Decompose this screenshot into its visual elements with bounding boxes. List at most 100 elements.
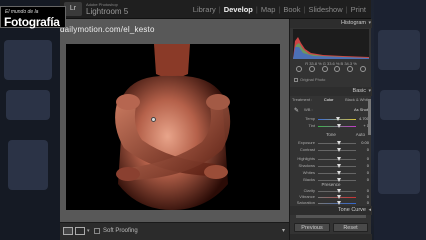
triangle-down-icon: ▾ bbox=[368, 88, 371, 94]
panel-scrollbar[interactable] bbox=[368, 99, 371, 135]
contrast-value[interactable]: 0 bbox=[367, 147, 369, 152]
whites-track[interactable] bbox=[318, 171, 356, 175]
eyedropper-icon[interactable]: ✎ bbox=[294, 107, 299, 114]
toolbar-menu-icon[interactable]: ▾ bbox=[282, 227, 285, 234]
exposure-slider[interactable]: Exposure 0.00 bbox=[293, 140, 369, 146]
basic-title: Basic bbox=[352, 88, 366, 94]
radial-filter-icon[interactable] bbox=[346, 66, 353, 72]
temp-slider[interactable]: Temp 4.700 bbox=[293, 116, 369, 122]
blacks-track[interactable] bbox=[318, 178, 356, 182]
adjustment-pin[interactable] bbox=[151, 117, 156, 122]
develop-tool-strip bbox=[293, 66, 369, 74]
exposure-value[interactable]: 0.00 bbox=[361, 140, 369, 145]
crop-tool-icon[interactable] bbox=[296, 66, 303, 72]
contrast-slider[interactable]: Contrast 0 bbox=[293, 147, 369, 153]
highlights-track[interactable] bbox=[318, 157, 356, 161]
panel-horizontal-scroll[interactable] bbox=[296, 215, 366, 218]
panel-footer bbox=[290, 234, 372, 240]
background-thumbnail bbox=[378, 30, 420, 70]
clarity-value[interactable]: 0 bbox=[367, 188, 369, 193]
saturation-track[interactable] bbox=[318, 201, 356, 205]
exposure-track[interactable] bbox=[318, 141, 356, 145]
saturation-knob[interactable] bbox=[337, 201, 341, 205]
shadows-track[interactable] bbox=[318, 164, 356, 168]
treatment-bw-option[interactable]: Black & White bbox=[345, 97, 370, 102]
vibrance-label: Vibrance bbox=[299, 194, 315, 199]
original-photo-checkbox[interactable] bbox=[294, 77, 298, 82]
module-slideshow[interactable]: Slideshow bbox=[305, 5, 345, 14]
module-print[interactable]: Print bbox=[348, 5, 369, 14]
whites-value[interactable]: 0 bbox=[367, 170, 369, 175]
background-left-panel bbox=[0, 0, 60, 240]
white-balance-row: ✎ WB : As Shot bbox=[292, 106, 370, 114]
whites-slider[interactable]: Whites 0 bbox=[293, 170, 369, 176]
adjustment-brush-icon[interactable] bbox=[359, 66, 366, 72]
develop-right-panel: Histogram ▾ R 33.8 % G 33.6 % B 34.3 % O… bbox=[289, 19, 372, 240]
before-after-icon[interactable] bbox=[75, 227, 85, 235]
triangle-left-icon: ◂ bbox=[368, 207, 371, 213]
histogram-plot bbox=[293, 37, 369, 59]
shadows-value[interactable]: 0 bbox=[367, 163, 369, 168]
bottom-toolbar: ▾ Soft Proofing ▾ bbox=[60, 222, 289, 240]
reset-button[interactable]: Reset bbox=[333, 223, 368, 232]
basic-header[interactable]: Basic ▾ bbox=[290, 87, 372, 96]
photo-canvas: dailymotion.com/el_kesto bbox=[60, 19, 289, 222]
temp-track[interactable] bbox=[318, 117, 356, 121]
soft-proofing-checkbox[interactable] bbox=[94, 228, 100, 234]
original-photo-toggle[interactable]: Original Photo bbox=[294, 77, 325, 82]
exposure-knob[interactable] bbox=[337, 141, 341, 145]
contrast-label: Contrast bbox=[299, 147, 315, 152]
histogram-graph bbox=[293, 29, 369, 59]
tint-track[interactable] bbox=[318, 124, 356, 128]
chevron-down-icon[interactable]: ▾ bbox=[87, 228, 90, 234]
vibrance-knob[interactable] bbox=[337, 195, 341, 199]
saturation-value[interactable]: 0 bbox=[367, 200, 369, 205]
clarity-track[interactable] bbox=[318, 189, 356, 193]
contrast-track[interactable] bbox=[318, 148, 356, 152]
photo-image[interactable] bbox=[66, 44, 280, 210]
shadows-label: Shadows bbox=[298, 163, 315, 168]
exposure-label: Exposure bbox=[298, 140, 315, 145]
whites-knob[interactable] bbox=[337, 171, 341, 175]
contrast-knob[interactable] bbox=[337, 148, 341, 152]
shadows-slider[interactable]: Shadows 0 bbox=[293, 163, 369, 169]
module-book[interactable]: Book bbox=[280, 5, 303, 14]
temp-knob[interactable] bbox=[336, 117, 340, 121]
histogram-title: Histogram bbox=[340, 20, 366, 26]
app-title: Lightroom 5 bbox=[86, 7, 129, 16]
treatment-row: Treatment : Color Black & White bbox=[292, 97, 370, 102]
tint-knob[interactable] bbox=[337, 124, 341, 128]
background-thumbnail bbox=[4, 40, 52, 80]
presence-section-label: Presence bbox=[321, 182, 341, 187]
temp-label: Temp bbox=[305, 116, 315, 121]
highlights-value[interactable]: 0 bbox=[367, 156, 369, 161]
lightroom-logo-icon: Lr bbox=[64, 2, 82, 16]
wb-label: WB : bbox=[304, 107, 313, 112]
module-library[interactable]: Library bbox=[190, 5, 219, 14]
module-develop[interactable]: Develop bbox=[221, 5, 256, 14]
treatment-color-option[interactable]: Color bbox=[324, 97, 334, 102]
clarity-knob[interactable] bbox=[337, 189, 341, 193]
graduated-filter-icon[interactable] bbox=[334, 66, 341, 72]
video-source-overlay: dailymotion.com/el_kesto bbox=[60, 25, 155, 34]
treatment-label: Treatment : bbox=[292, 97, 313, 102]
spot-removal-icon[interactable] bbox=[308, 66, 315, 72]
previous-button[interactable]: Previous bbox=[294, 223, 330, 232]
tone-auto-button[interactable]: Auto bbox=[356, 132, 365, 137]
highlights-slider[interactable]: Highlights 0 bbox=[293, 156, 369, 162]
shadows-knob[interactable] bbox=[337, 164, 341, 168]
soft-proofing-label: Soft Proofing bbox=[103, 228, 138, 234]
highlights-label: Highlights bbox=[297, 156, 315, 161]
vibrance-value[interactable]: 0 bbox=[367, 194, 369, 199]
tint-slider[interactable]: Tint + 1 bbox=[293, 123, 369, 129]
highlights-knob[interactable] bbox=[337, 157, 341, 161]
histogram-header[interactable]: Histogram ▾ bbox=[290, 19, 372, 28]
red-eye-icon[interactable] bbox=[321, 66, 328, 72]
loupe-view-icon[interactable] bbox=[63, 227, 73, 235]
vibrance-track[interactable] bbox=[318, 195, 356, 199]
tone-curve-title: Tone Curve bbox=[337, 207, 366, 213]
module-map[interactable]: Map bbox=[258, 5, 279, 14]
wb-select[interactable]: As Shot bbox=[354, 107, 368, 112]
tone-curve-header[interactable]: Tone Curve ◂ bbox=[290, 206, 372, 215]
background-thumbnail bbox=[378, 150, 420, 194]
